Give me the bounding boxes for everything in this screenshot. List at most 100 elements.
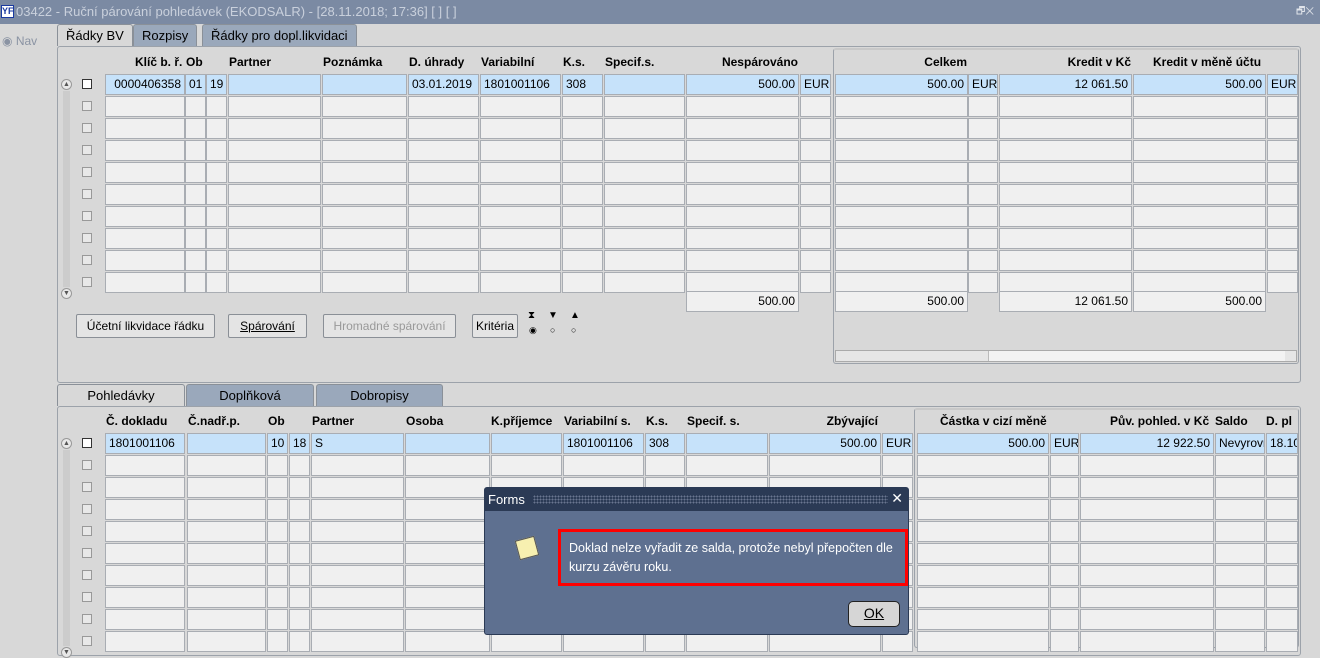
row-checkbox[interactable] (82, 614, 92, 624)
grid-cell[interactable] (1266, 587, 1298, 608)
grid-cell[interactable] (1267, 228, 1298, 249)
grid-cell[interactable] (686, 272, 799, 293)
grid-cell[interactable] (1080, 587, 1214, 608)
grid-cell[interactable] (968, 118, 998, 139)
grid-cell[interactable]: 500.00 (1133, 74, 1266, 95)
grid-cell[interactable] (800, 228, 831, 249)
sparovani-button[interactable]: Spárování (228, 314, 307, 338)
grid-cell[interactable] (604, 272, 685, 293)
window-controls[interactable]: 🗗✕ (1296, 4, 1314, 21)
grid-cell[interactable] (105, 521, 185, 542)
grid-cell[interactable] (800, 140, 831, 161)
grid-cell[interactable] (1267, 140, 1298, 161)
grid-cell[interactable] (289, 543, 310, 564)
grid-cell[interactable] (105, 543, 185, 564)
grid-cell[interactable] (604, 118, 685, 139)
grid-cell[interactable] (1266, 631, 1298, 652)
grid-cell[interactable]: EUR (800, 74, 831, 95)
grid-cell[interactable] (405, 499, 490, 520)
row-checkbox[interactable] (82, 636, 92, 646)
grid-cell[interactable] (206, 162, 227, 183)
grid-cell[interactable] (185, 228, 206, 249)
grid-cell[interactable] (1266, 477, 1298, 498)
grid-cell[interactable] (562, 228, 603, 249)
grid-cell[interactable] (604, 228, 685, 249)
grid-cell[interactable] (835, 96, 968, 117)
grid-cell[interactable] (1267, 184, 1298, 205)
grid-cell[interactable] (267, 499, 288, 520)
row-checkbox[interactable] (82, 211, 92, 221)
grid-cell[interactable] (999, 96, 1132, 117)
grid-cell[interactable] (187, 587, 266, 608)
grid-cell[interactable] (1080, 455, 1214, 476)
grid-cell[interactable] (322, 162, 407, 183)
grid-cell[interactable] (289, 499, 310, 520)
grid-cell[interactable] (185, 118, 206, 139)
grid-cell[interactable]: 308 (645, 433, 685, 454)
sort-radio-asc[interactable]: ○ (571, 325, 576, 335)
grid-cell[interactable]: 03.01.2019 (408, 74, 479, 95)
grid-cell[interactable] (835, 140, 968, 161)
row-checkbox[interactable] (82, 482, 92, 492)
grid-cell[interactable] (322, 74, 407, 95)
scrollbar-thumb[interactable] (988, 351, 1285, 361)
grid-cell[interactable] (1267, 118, 1298, 139)
grid-cell[interactable]: 0000406358 (105, 74, 185, 95)
grid-cell[interactable] (999, 140, 1132, 161)
grid-cell[interactable] (491, 455, 562, 476)
grid-cell[interactable] (405, 543, 490, 564)
grid-cell[interactable] (322, 206, 407, 227)
grid-cell[interactable] (800, 162, 831, 183)
row-checkbox[interactable] (82, 570, 92, 580)
grid-cell[interactable] (185, 96, 206, 117)
grid-cell[interactable]: 500.00 (917, 433, 1049, 454)
grid-cell[interactable] (1267, 250, 1298, 271)
grid-cell[interactable] (480, 228, 561, 249)
grid-cell[interactable] (1267, 272, 1298, 293)
ucetni-likvidace-button[interactable]: Účetní likvidace řádku (76, 314, 215, 338)
hromadne-sparovani-button[interactable]: Hromadné spárování (323, 314, 456, 338)
row-checkbox[interactable] (82, 438, 92, 448)
row-checkbox[interactable] (82, 504, 92, 514)
grid-cell[interactable] (1266, 543, 1298, 564)
grid-cell[interactable] (1050, 499, 1079, 520)
grid-cell[interactable] (289, 455, 310, 476)
grid-cell[interactable] (228, 162, 321, 183)
grid-cell[interactable] (480, 250, 561, 271)
grid-cell[interactable] (228, 96, 321, 117)
grid-cell[interactable] (562, 272, 603, 293)
grid-cell[interactable] (206, 96, 227, 117)
grid-cell[interactable] (1133, 184, 1266, 205)
grid-cell[interactable] (228, 250, 321, 271)
grid-cell[interactable] (1080, 631, 1214, 652)
vertical-scrollbar[interactable] (63, 91, 70, 287)
grid-cell[interactable] (1215, 565, 1265, 586)
grid-cell[interactable] (999, 206, 1132, 227)
grid-cell[interactable] (405, 521, 490, 542)
grid-cell[interactable] (917, 587, 1049, 608)
scroll-down-icon[interactable]: ▼ (61, 288, 72, 299)
grid-cell[interactable] (968, 162, 998, 183)
grid-cell[interactable] (604, 74, 685, 95)
grid-cell[interactable] (289, 477, 310, 498)
scroll-up-icon[interactable]: ▲ (61, 79, 72, 90)
scroll-down-icon[interactable]: ▼ (61, 647, 72, 658)
grid-cell[interactable] (405, 477, 490, 498)
grid-cell[interactable] (105, 118, 185, 139)
grid-cell[interactable] (267, 587, 288, 608)
grid-cell[interactable] (800, 272, 831, 293)
grid-cell[interactable] (917, 565, 1049, 586)
grid-cell[interactable] (1267, 206, 1298, 227)
grid-cell[interactable] (800, 250, 831, 271)
grid-cell[interactable] (1215, 477, 1265, 498)
grid-cell[interactable] (105, 565, 185, 586)
grid-cell[interactable] (480, 140, 561, 161)
grid-cell[interactable] (408, 228, 479, 249)
grid-cell[interactable] (105, 272, 185, 293)
grid-cell[interactable] (800, 206, 831, 227)
grid-cell[interactable] (206, 228, 227, 249)
grid-cell[interactable] (408, 206, 479, 227)
grid-cell[interactable] (206, 184, 227, 205)
grid-cell[interactable] (563, 455, 644, 476)
grid-cell[interactable] (917, 499, 1049, 520)
